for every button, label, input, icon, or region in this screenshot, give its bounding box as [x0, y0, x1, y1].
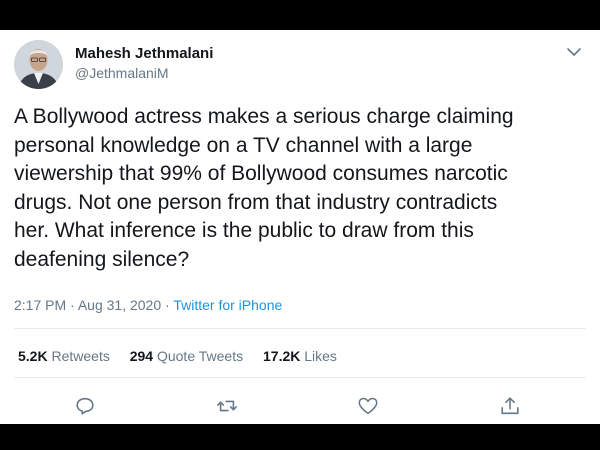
tweet-text-line: A Bollywood actress makes a serious char… — [14, 105, 514, 128]
author-handle[interactable]: @JethmalaniM — [75, 65, 169, 81]
retweets-stat[interactable]: 5.2K Retweets — [18, 348, 110, 364]
avatar-image — [14, 40, 63, 89]
quote-tweets-label: Quote Tweets — [156, 348, 244, 364]
tweet-meta: 2:17 PM · Aug 31, 2020 · Twitter for iPh… — [14, 297, 282, 313]
tweet-text-line: deafening silence? — [14, 247, 190, 271]
tweet-stats: 5.2K Retweets 294 Quote Tweets 17.2K Lik… — [18, 348, 353, 364]
retweet-icon[interactable] — [216, 395, 238, 417]
tweet-text-line: viewership that 99% of Bollywood consume… — [14, 162, 508, 185]
divider — [14, 377, 586, 378]
tweet-text-line: her. What inference is the public to dra… — [14, 219, 474, 242]
tweet-time[interactable]: 2:17 PM — [14, 297, 66, 313]
quote-tweets-count: 294 — [129, 348, 154, 364]
tweet-text: A Bollywood actress makes a serious char… — [14, 103, 574, 274]
meta-separator: · — [70, 297, 75, 313]
retweets-label: Retweets — [51, 348, 110, 364]
heart-icon[interactable] — [357, 395, 379, 417]
tweet-text-line: personal knowledge on a TV channel with … — [14, 133, 473, 157]
share-icon[interactable] — [499, 395, 521, 417]
chevron-down-icon[interactable] — [566, 45, 582, 57]
likes-label: Likes — [304, 348, 337, 364]
tweet-card: Mahesh Jethmalani @JethmalaniM A Bollywo… — [0, 30, 600, 424]
likes-stat[interactable]: 17.2K Likes — [263, 348, 337, 364]
tweet-source-link[interactable]: Twitter for iPhone — [173, 297, 282, 313]
meta-separator: · — [165, 297, 170, 313]
tweet-date[interactable]: Aug 31, 2020 — [78, 297, 161, 313]
divider — [14, 328, 586, 329]
tweet-text-line: drugs. Not one person from that industry… — [14, 190, 498, 214]
quote-tweets-stat[interactable]: 294 Quote Tweets — [130, 348, 243, 364]
author-name[interactable]: Mahesh Jethmalani — [75, 45, 213, 62]
reply-icon[interactable] — [74, 395, 96, 417]
avatar[interactable] — [14, 40, 63, 89]
likes-count: 17.2K — [263, 348, 301, 364]
retweets-count: 5.2K — [18, 348, 48, 364]
